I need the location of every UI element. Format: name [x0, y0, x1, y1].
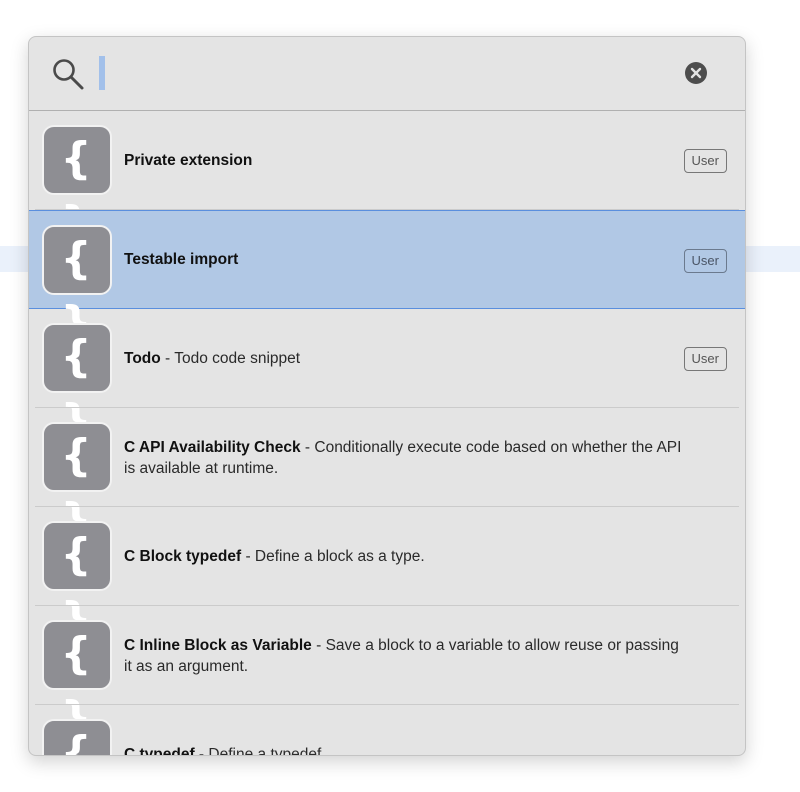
user-badge: User	[683, 347, 727, 371]
snippet-title: Todo	[124, 350, 161, 367]
snippet-title: C Inline Block as Variable	[124, 636, 312, 654]
snippet-separator: -	[311, 636, 326, 654]
braces-glyph: { }	[60, 233, 94, 348]
snippet-row[interactable]: { } C API Availability Check - Conditiona…	[29, 408, 745, 545]
snippet-row[interactable]: { } C Block typedef - Define a block as a…	[29, 507, 745, 644]
braces-glyph: { }	[60, 133, 94, 248]
snippet-text: C Block typedef - Define a block as a ty…	[124, 507, 685, 606]
user-badge: User	[683, 149, 727, 173]
braces-icon: { }	[42, 422, 112, 545]
snippet-library-popup: { } Private extension User { } Testable impo…	[28, 36, 746, 756]
text-caret	[99, 56, 105, 90]
snippet-title: C Block typedef	[124, 548, 242, 565]
snippet-title: Private extension	[124, 152, 253, 169]
snippet-separator: -	[160, 350, 175, 367]
braces-icon: { }	[42, 620, 112, 743]
snippet-text: C typedef - Define a typedef.	[124, 705, 685, 756]
snippet-text: Todo - Todo code snippet	[124, 309, 685, 408]
snippet-title: Testable import	[124, 251, 239, 268]
search-bar	[29, 37, 745, 111]
snippet-separator: -	[241, 548, 255, 565]
snippet-row[interactable]: { } C Inline Block as Variable - Save a b…	[29, 606, 745, 743]
braces-glyph: { }	[60, 628, 94, 743]
snippet-row[interactable]: { } C typedef - Define a typedef.	[29, 705, 745, 756]
snippet-text: Private extension	[124, 111, 685, 210]
close-circle-icon	[690, 67, 702, 79]
braces-icon: { }	[42, 719, 112, 756]
snippet-text: C API Availability Check - Conditionally…	[124, 408, 685, 507]
braces-glyph: { }	[60, 727, 94, 756]
snippet-text: C Inline Block as Variable - Save a bloc…	[124, 606, 685, 705]
user-badge: User	[683, 249, 727, 273]
braces-icon: { }	[42, 323, 112, 446]
clear-search-button[interactable]	[685, 62, 707, 84]
braces-icon: { }	[42, 521, 112, 644]
snippet-row[interactable]: { } Todo - Todo code snippet User	[29, 309, 745, 446]
snippet-title: C typedef	[124, 746, 195, 756]
snippet-description: Todo code snippet	[174, 350, 301, 367]
braces-glyph: { }	[60, 430, 94, 545]
snippet-row[interactable]: { } Private extension User	[29, 111, 745, 248]
braces-glyph: { }	[60, 331, 94, 446]
snippet-separator: -	[300, 438, 315, 456]
braces-icon: { }	[42, 125, 112, 248]
snippet-title: C API Availability Check	[124, 438, 301, 456]
search-icon	[53, 59, 84, 90]
snippet-text: Testable import	[124, 211, 685, 308]
snippet-description: Define a typedef.	[208, 746, 326, 756]
snippet-separator: -	[194, 746, 209, 756]
braces-glyph: { }	[60, 529, 94, 644]
snippet-list: { } Private extension User { } Testable impo…	[29, 111, 745, 756]
search-input[interactable]	[97, 55, 657, 91]
braces-icon: { }	[42, 225, 112, 348]
snippet-description: Define a block as a type.	[254, 548, 425, 565]
snippet-row[interactable]: { } Testable import User	[29, 210, 745, 348]
